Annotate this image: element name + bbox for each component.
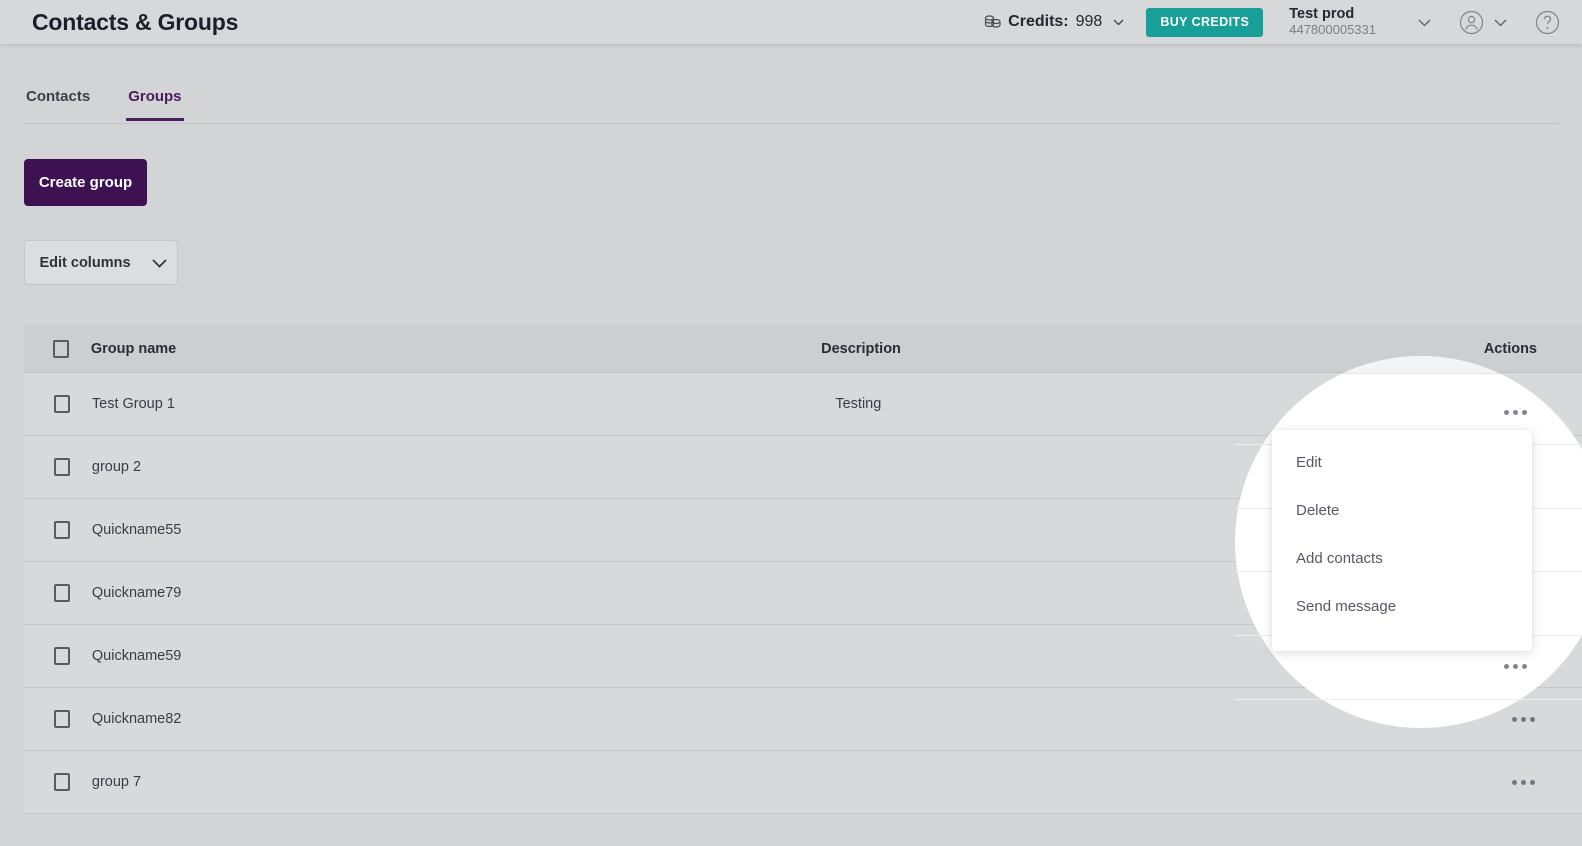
- cell-description: Testing: [835, 396, 882, 412]
- table-header-row: Group name Description Actions: [24, 325, 1582, 373]
- user-menu[interactable]: [1459, 10, 1507, 35]
- row-actions-menu-icon-spotlit[interactable]: [1504, 664, 1527, 669]
- header-right-cluster: Credits: 998 BUY CREDITS Test prod 44780…: [984, 0, 1582, 44]
- row-select-cell: [24, 395, 92, 413]
- page-title: Contacts & Groups: [32, 8, 239, 35]
- chevron-down-icon: [151, 259, 167, 268]
- edit-columns-dropdown[interactable]: Edit columns: [24, 240, 178, 285]
- help-circle-icon: [1535, 10, 1560, 35]
- row-actions-menu-icon-active[interactable]: [1504, 410, 1527, 415]
- row-select-cell: [24, 521, 92, 539]
- cell-group-name: Test Group 1: [91, 396, 175, 412]
- tab-contacts[interactable]: Contacts: [24, 85, 92, 121]
- app-page: Contacts & Groups Credits: 998 BUY CREDI…: [0, 0, 1582, 846]
- menu-item-edit[interactable]: Edit: [1272, 438, 1532, 486]
- row-actions-cell: [1510, 774, 1582, 791]
- row-checkbox[interactable]: [53, 395, 70, 413]
- row-checkbox[interactable]: [53, 458, 70, 476]
- credits-menu[interactable]: Credits: 998: [984, 13, 1124, 31]
- chevron-down-icon: [1113, 19, 1124, 26]
- help-button[interactable]: [1535, 10, 1560, 35]
- table-row: Test Group 1 Testing: [24, 373, 1582, 436]
- column-header-group-name: Group name: [90, 340, 177, 357]
- row-checkbox[interactable]: [53, 521, 70, 539]
- top-header-bar: Contacts & Groups Credits: 998 BUY CREDI…: [0, 0, 1582, 44]
- chevron-down-icon: [1418, 19, 1431, 26]
- tab-groups[interactable]: Groups: [126, 85, 184, 121]
- row-select-cell: [24, 773, 92, 791]
- edit-columns-label: Edit columns: [39, 254, 131, 271]
- account-switcher[interactable]: Test prod 447800005331: [1289, 6, 1431, 38]
- row-checkbox[interactable]: [53, 710, 70, 728]
- row-select-cell: [24, 647, 92, 665]
- cell-group-name: group 2: [91, 459, 142, 475]
- account-text: Test prod 447800005331: [1289, 6, 1376, 38]
- menu-item-send-message[interactable]: Send message: [1272, 582, 1532, 630]
- row-actions-menu-icon[interactable]: [1510, 774, 1537, 791]
- row-checkbox[interactable]: [53, 773, 70, 791]
- row-actions-cell: [1510, 711, 1582, 728]
- cell-group-name: Quickname55: [91, 522, 182, 538]
- cell-group-name: Quickname82: [91, 711, 182, 727]
- column-header-description: Description: [821, 340, 901, 357]
- coins-icon: [984, 14, 1001, 30]
- credits-value: 998: [1075, 13, 1103, 30]
- cell-group-name: Quickname59: [91, 648, 182, 664]
- row-actions-menu-icon[interactable]: [1510, 711, 1537, 728]
- row-checkbox[interactable]: [53, 584, 70, 602]
- create-group-button[interactable]: Create group: [24, 159, 147, 206]
- row-checkbox[interactable]: [53, 647, 70, 665]
- table-row: Quickname82: [24, 688, 1582, 751]
- row-actions-dropdown-menu: Edit Delete Add contacts Send message: [1272, 430, 1532, 651]
- table-row: group 7: [24, 751, 1582, 814]
- user-circle-icon: [1459, 10, 1484, 35]
- row-select-cell: [24, 458, 92, 476]
- menu-item-delete[interactable]: Delete: [1272, 486, 1532, 534]
- cell-group-name: Quickname79: [91, 585, 182, 601]
- account-number: 447800005331: [1289, 22, 1376, 38]
- select-all-cell: [24, 339, 91, 358]
- select-all-checkbox[interactable]: [53, 339, 70, 358]
- buy-credits-button[interactable]: BUY CREDITS: [1146, 7, 1264, 37]
- cell-group-name: group 7: [91, 774, 142, 790]
- tab-bar: Contacts Groups: [24, 84, 1558, 124]
- column-header-actions: Actions: [1483, 340, 1537, 357]
- row-select-cell: [24, 710, 92, 728]
- account-name: Test prod: [1289, 6, 1355, 23]
- chevron-down-icon: [1494, 19, 1507, 26]
- menu-item-add-contacts[interactable]: Add contacts: [1272, 534, 1532, 582]
- row-select-cell: [24, 584, 92, 602]
- credits-label: Credits:: [1008, 13, 1069, 30]
